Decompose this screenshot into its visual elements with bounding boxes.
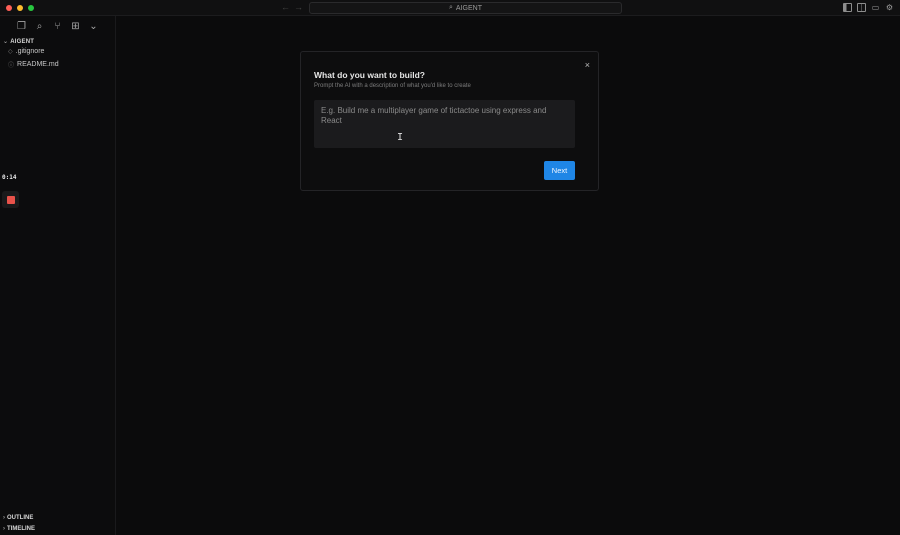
outline-section-header[interactable]: › OUTLINE [3, 515, 33, 521]
explorer-section-header[interactable]: ⌄ AIGENT [3, 38, 34, 45]
stop-recording-button[interactable] [2, 191, 19, 208]
window-close-button[interactable] [6, 5, 12, 11]
chevron-down-icon[interactable]: ⌄ [88, 21, 99, 32]
timeline-title: TIMELINE [7, 526, 35, 532]
stop-icon [6, 195, 15, 204]
build-prompt-dialog: × What do you want to build? Prompt the … [300, 51, 599, 191]
next-button[interactable]: Next [544, 161, 575, 180]
title-bar: ← → ⌕ AIGENT ▭ ⚙ [0, 0, 900, 16]
chevron-right-icon: › [3, 515, 5, 521]
outline-title: OUTLINE [7, 515, 34, 521]
file-name: README.md [17, 61, 59, 68]
chevron-right-icon: › [3, 526, 5, 532]
dialog-title: What do you want to build? [314, 70, 425, 80]
timeline-section-header[interactable]: › TIMELINE [3, 526, 35, 532]
recording-timer: 0:14 [2, 174, 17, 181]
search-icon: ⌕ [449, 4, 453, 11]
activity-bar: ❐ ⌕ ⑂ ⊞ ⌄ [16, 21, 99, 32]
dialog-subtitle: Prompt the AI with a description of what… [314, 83, 471, 89]
chat-icon[interactable]: ▭ [871, 3, 880, 12]
arrow-left-icon[interactable]: ← [281, 2, 290, 12]
arrow-right-icon[interactable]: → [294, 2, 303, 12]
extensions-icon[interactable]: ⊞ [70, 21, 81, 32]
close-icon[interactable]: × [585, 60, 590, 70]
info-icon: ⓘ [8, 63, 15, 69]
gitignore-icon: ◇ [8, 49, 13, 55]
source-control-icon[interactable]: ⑂ [52, 21, 63, 32]
chevron-down-icon: ⌄ [3, 39, 9, 45]
explorer-section-title: AIGENT [10, 39, 35, 45]
command-center[interactable]: ⌕ AIGENT [309, 2, 622, 14]
settings-gear-icon[interactable]: ⚙ [885, 3, 894, 12]
layout-controls: ▭ ⚙ [843, 3, 894, 12]
sidebar: ❐ ⌕ ⑂ ⊞ ⌄ ⌄ AIGENT ◇ .gitignore ⓘ README.… [0, 16, 116, 535]
window-minimize-button[interactable] [17, 5, 23, 11]
window-zoom-button[interactable] [28, 5, 34, 11]
window-title: AIGENT [455, 4, 482, 12]
file-item-readme[interactable]: ⓘ README.md [8, 60, 59, 69]
split-editor-icon[interactable] [857, 3, 866, 12]
prompt-input[interactable] [314, 100, 575, 148]
file-name: .gitignore [15, 48, 45, 55]
search-icon[interactable]: ⌕ [34, 21, 45, 32]
file-item-gitignore[interactable]: ◇ .gitignore [8, 48, 44, 55]
sidebar-left-icon[interactable] [843, 3, 852, 12]
text-cursor-icon: I [397, 132, 404, 143]
files-icon[interactable]: ❐ [16, 21, 27, 32]
